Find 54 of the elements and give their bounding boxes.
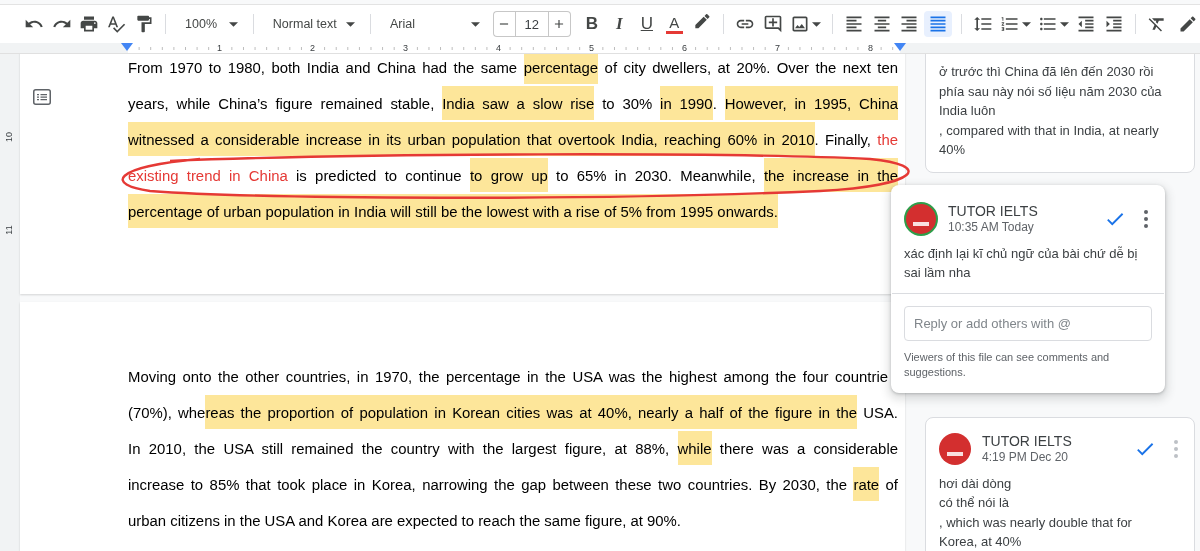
- comment-text: , compared with that in India, at nearly 40%: [939, 121, 1160, 159]
- comment-text: ở trước thì China đã lên đến 2030 rồi phía sau này nói số liệu năm 2030 của India luôn: [939, 63, 1163, 120]
- ruler-number: 7: [774, 43, 781, 53]
- ruler-number: 5: [588, 43, 595, 53]
- comment-card[interactable]: TUTOR IELTS 10:35 AM Today xác định lại kĩ chủ ngữ của bài chứ dễ bị sai lầm nha Reply or add others with @ Viewers of this file can see comments and suggestions.: [891, 184, 1165, 393]
- numbered-list-icon[interactable]: [1000, 14, 1020, 34]
- caret-icon[interactable]: [1022, 21, 1031, 27]
- body-text-line: years, while China’s figure remained stable, India saw a slow rise to 30% in 1990. However, in 1995, China: [128, 86, 898, 122]
- ruler-number: 2: [309, 43, 316, 53]
- comment-time: 4:19 PM Dec 20: [982, 449, 1070, 465]
- comment-author: TUTOR IELTS: [948, 202, 1039, 220]
- avatar: [904, 201, 938, 236]
- decrease-size-button[interactable]: [492, 11, 515, 37]
- comment-text: xác định lại kĩ chủ ngữ của bài chứ dễ bị sai lầm nha: [904, 244, 1139, 282]
- body-text-line: urban citizens in the USA and Korea are expected to reach the same figure, at 90%.: [128, 512, 682, 531]
- sharing-notice: Viewers of this file can see comments and suggestions.: [904, 349, 1111, 380]
- zoom-dropdown[interactable]: 100%: [175, 11, 244, 37]
- caret-icon[interactable]: [345, 21, 355, 27]
- ruler-number: 1: [216, 43, 223, 53]
- comment-author: TUTOR IELTS: [982, 432, 1073, 450]
- ruler-number: 4: [495, 43, 502, 53]
- italic-button[interactable]: I: [607, 11, 632, 37]
- body-text-line: In 2010, the USA still remained the country with the largest figure, at 88%, while there was a considerable: [128, 431, 898, 467]
- font-size-field[interactable]: 12: [514, 11, 549, 37]
- caret-icon[interactable]: [1060, 21, 1070, 27]
- ruler-number: 3: [402, 43, 409, 53]
- caret-icon[interactable]: [470, 21, 480, 27]
- document-outline-icon[interactable]: [33, 89, 51, 105]
- font-dropdown[interactable]: Arial: [379, 11, 486, 37]
- comment-text: hơi dài dòng: [939, 474, 1013, 493]
- body-text-line: increase to 85% that took place in Korea, narrowing the gap between these two countries. By 2030, the rate of: [128, 467, 898, 503]
- comment-card[interactable]: TUTOR IELTS 4:19 PM Dec 20 hơi dài dòng có thể nói là , which was nearly double that for Korea, at 40%: [925, 416, 1195, 551]
- body-text-line: witnessed a considerable increase in its urban population that overtook India, reaching 60% in 2010. Finally, the: [128, 122, 898, 158]
- comment-time: 10:35 AM Today: [948, 219, 1035, 235]
- increase-size-button[interactable]: [548, 11, 571, 37]
- body-text-line: From 1970 to 1980, both India and China had the same percentage of city dwellers, at 20%. Over the next ten: [128, 54, 898, 86]
- avatar: [938, 431, 972, 466]
- comment-card[interactable]: ở trước thì China đã lên đến 2030 rồi phía sau này nói số liệu năm 2030 của India luôn , compared with that in India, at nearly 40%: [925, 54, 1195, 173]
- comment-text: có thể nói là: [939, 494, 1011, 512]
- comment-text: , which was nearly double that for Korea, at 40%: [939, 513, 1133, 551]
- underline-button[interactable]: U: [634, 11, 660, 37]
- ruler-number: 8: [867, 43, 874, 53]
- paragraph-style-dropdown[interactable]: Normal text: [262, 11, 361, 37]
- ruler-number: 11: [4, 225, 15, 235]
- text-color-button[interactable]: A: [662, 11, 687, 37]
- ruler-number: 10: [4, 132, 15, 142]
- bold-button[interactable]: B: [579, 11, 605, 37]
- more-options-icon[interactable]: [1144, 209, 1148, 228]
- body-text-line: (70%), whereas the proportion of population in Korean cities was at 40%, nearly a half of the figure in the USA.: [128, 395, 898, 431]
- reply-field[interactable]: Reply or add others with @: [904, 305, 1152, 341]
- caret-icon[interactable]: [228, 21, 238, 27]
- caret-icon[interactable]: [811, 21, 821, 27]
- ruler-number: 6: [681, 43, 688, 53]
- body-text-line: Moving onto the other countries, in 1970, the percentage in the USA was the highest among the four countrie: [128, 368, 889, 387]
